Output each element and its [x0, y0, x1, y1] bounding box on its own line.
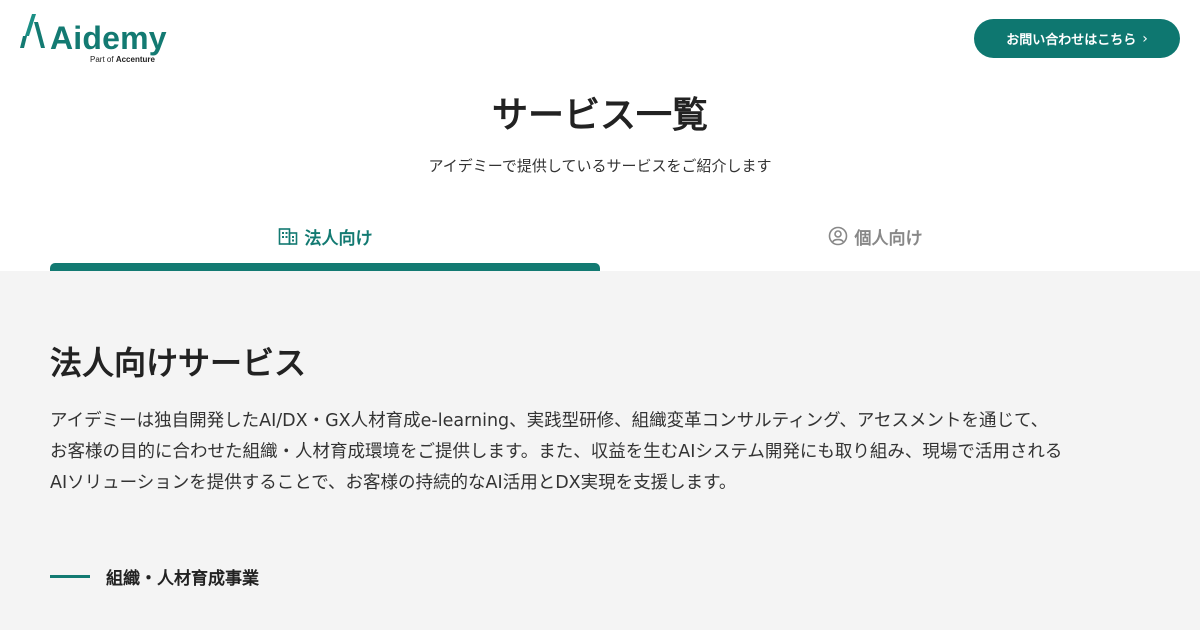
building-icon — [278, 228, 297, 245]
sub-section-header: 組織・人材育成事業 — [50, 561, 259, 591]
description-line: お客様の目的に合わせた組織・人材育成環境をご提供します。また、収益を生むAIシス… — [50, 442, 1063, 462]
description-line: AIソリューションを提供することで、お客様の持続的なAI活用とDX実現を支援しま… — [50, 473, 737, 493]
chevron-right-icon: › — [1142, 30, 1148, 47]
tab-corporate[interactable]: 法人向け — [50, 216, 600, 256]
logo-wordmark: Aidemy — [50, 20, 167, 56]
section-description: アイデミーは独自開発したAI/DX・GX人材育成e-learning、実践型研修… — [50, 406, 1160, 499]
tab-individual-label: 個人向け — [854, 228, 923, 249]
logo-mark-icon — [20, 14, 45, 48]
tab-corporate-label: 法人向け — [304, 228, 373, 249]
page-title: サービス一覧 — [491, 95, 708, 136]
aidemy-logo[interactable]: Aidemy Part of Accenture — [20, 12, 170, 68]
contact-button[interactable]: お問い合わせはこちら › — [974, 19, 1180, 58]
corporate-services-panel: 法人向けサービス アイデミーは独自開発したAI/DX・GX人材育成e-learn… — [0, 271, 1200, 630]
service-tabs: 法人向け 個人向け — [50, 216, 1150, 272]
site-header: Aidemy Part of Accenture お問い合わせはこちら › — [0, 0, 1200, 90]
tab-individual[interactable]: 個人向け — [600, 216, 1150, 256]
sub-section-title: 組織・人材育成事業 — [106, 568, 259, 589]
section-heading: 法人向けサービス — [50, 344, 307, 382]
description-line: アイデミーは独自開発したAI/DX・GX人材育成e-learning、実践型研修… — [50, 411, 1049, 431]
logo-subtitle: Part of Accenture — [90, 55, 155, 65]
contact-button-label: お問い合わせはこちら — [1006, 33, 1137, 48]
page-subtitle: アイデミーで提供しているサービスをご紹介します — [428, 157, 772, 175]
person-circle-icon — [828, 226, 847, 246]
sub-section-accent-line — [50, 574, 90, 578]
logo-sub-company: Accenture — [115, 55, 155, 64]
logo-sub-prefix: Part of — [90, 55, 114, 64]
